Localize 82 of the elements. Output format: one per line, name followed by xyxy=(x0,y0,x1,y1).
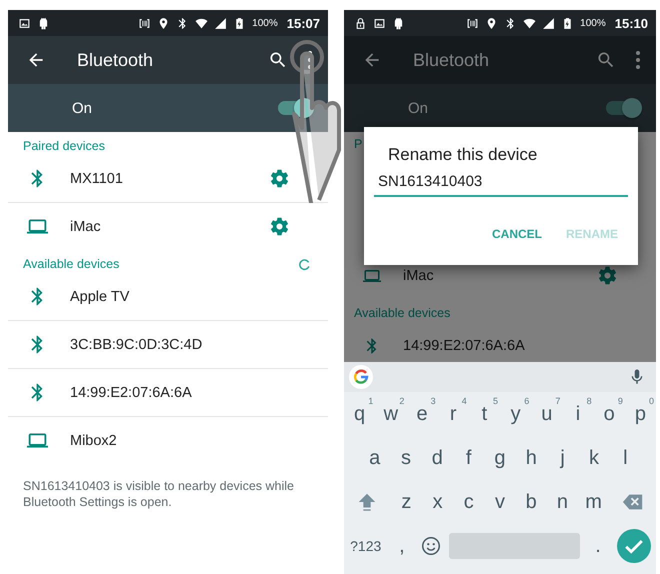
key[interactable]: z xyxy=(390,482,422,522)
device-name[interactable]: Mibox2 xyxy=(70,432,290,448)
smiley-icon xyxy=(420,535,442,557)
signal-icon xyxy=(542,16,556,30)
key[interactable]: . xyxy=(584,526,613,566)
android-icon xyxy=(392,16,405,30)
google-logo-icon xyxy=(349,365,373,389)
device-name[interactable]: Apple TV xyxy=(70,288,290,304)
key-number-hint: 1 xyxy=(368,396,374,406)
key[interactable]: i 8 xyxy=(562,394,594,434)
wifi-icon xyxy=(523,16,536,30)
app-bar-title: Bluetooth xyxy=(77,50,154,70)
app-bar-title: Bluetooth xyxy=(413,50,490,70)
gear-icon xyxy=(597,265,618,286)
key[interactable]: r 4 xyxy=(438,394,469,434)
key[interactable]: s xyxy=(390,438,422,478)
checkmark-icon xyxy=(617,529,652,563)
key-number-hint: 9 xyxy=(618,396,623,406)
search-icon xyxy=(596,50,616,70)
device-settings-button[interactable] xyxy=(597,265,618,286)
key-number-hint: 6 xyxy=(524,396,530,406)
device-name[interactable]: iMac xyxy=(403,268,597,284)
device-name[interactable]: 14:99:E2:07:6A:6A xyxy=(403,338,618,354)
key[interactable]: d xyxy=(422,438,453,478)
battery-percent: 100% xyxy=(580,18,606,28)
key-number-hint: 4 xyxy=(462,396,467,406)
search-icon xyxy=(268,50,288,70)
picture-icon xyxy=(18,16,31,30)
device-name[interactable]: iMac xyxy=(70,218,269,234)
toggle-switch[interactable] xyxy=(278,98,312,118)
key[interactable]: x xyxy=(422,482,454,522)
device-name-field[interactable]: SN1613410403 xyxy=(374,171,628,197)
key[interactable]: k xyxy=(578,438,610,478)
battery-percent: 100% xyxy=(252,18,278,28)
android-icon xyxy=(37,16,50,30)
gear-icon xyxy=(269,216,290,237)
section-header: Available devices xyxy=(23,257,120,271)
more-vert-icon xyxy=(308,51,312,69)
visibility-note: SN1613410403 is visible to nearby devices while Bluetooth Settings is open. xyxy=(22,478,295,510)
switch-label: On xyxy=(72,100,94,116)
scanner-icon xyxy=(466,16,480,30)
key[interactable]: v xyxy=(484,482,516,522)
key[interactable]: f xyxy=(452,438,484,478)
clock: 15:10 xyxy=(614,16,648,30)
key[interactable]: g xyxy=(484,438,516,478)
wifi-icon xyxy=(195,16,208,30)
key-number-hint: 3 xyxy=(430,396,436,406)
clock: 15:07 xyxy=(286,16,320,30)
key[interactable]: h xyxy=(516,438,547,478)
key[interactable]: t 5 xyxy=(468,394,500,434)
device-settings-button[interactable] xyxy=(269,216,290,237)
gear-icon xyxy=(269,168,290,189)
section-header: Available devices xyxy=(354,306,452,320)
device-name[interactable]: 14:99:E2:07:6A:6A xyxy=(70,384,290,400)
section-header: P xyxy=(354,137,364,151)
key[interactable]: a xyxy=(359,438,390,478)
scanner-icon xyxy=(138,16,152,30)
key[interactable]: l xyxy=(610,438,641,478)
dialog-title: Rename this device xyxy=(388,145,538,165)
switch-label: On xyxy=(408,100,430,116)
more-vert-icon xyxy=(636,51,640,69)
key[interactable]: b xyxy=(516,482,547,522)
key-number-hint: 8 xyxy=(586,396,592,406)
key[interactable]: c xyxy=(453,482,484,522)
key-number-hint: 2 xyxy=(399,396,404,406)
key[interactable]: n xyxy=(546,482,578,522)
toggle-switch[interactable] xyxy=(606,98,640,118)
device-name[interactable]: MX1101 xyxy=(70,170,269,186)
key[interactable]: m xyxy=(578,482,610,522)
key[interactable]: j xyxy=(546,438,578,478)
device-name[interactable]: 3C:BB:9C:0D:3C:4D xyxy=(70,336,290,352)
device-settings-button[interactable] xyxy=(269,168,290,189)
location-icon xyxy=(157,16,170,30)
signal-icon xyxy=(214,16,228,30)
key[interactable]: , xyxy=(387,526,416,566)
picture-icon xyxy=(373,16,386,30)
key-number-hint: 7 xyxy=(555,396,560,406)
symbols-key[interactable]: ?123 xyxy=(344,526,388,566)
key-number-hint: 5 xyxy=(493,396,498,406)
location-icon xyxy=(485,16,498,30)
section-header: Paired devices xyxy=(23,139,106,153)
key-number-hint: 0 xyxy=(649,396,654,406)
